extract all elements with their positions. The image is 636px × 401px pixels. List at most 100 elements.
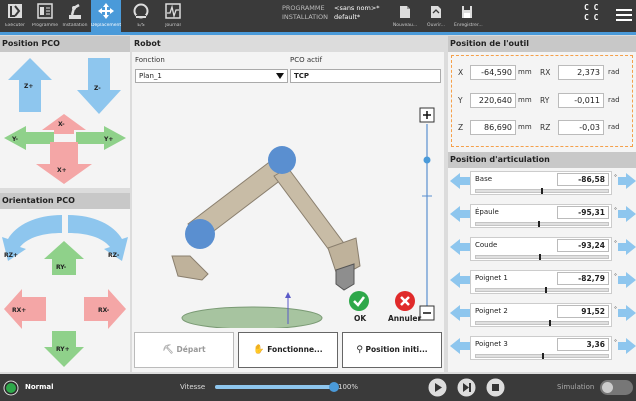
joint-name: Poignet 2 xyxy=(475,307,508,315)
simulation-toggle[interactable] xyxy=(600,380,633,395)
joint-slider[interactable] xyxy=(475,353,609,359)
joint-value-field[interactable]: -95,31 xyxy=(557,206,609,219)
robot-mode-status: Normal xyxy=(25,383,54,391)
joint-row: Poignet 1 -82,79 ° xyxy=(448,270,636,298)
ry-minus-label: RY- xyxy=(56,264,67,271)
joint-increase-button[interactable] xyxy=(618,206,636,222)
shoulder-joint-cap xyxy=(185,219,215,249)
joint-control: Épaule -95,31 xyxy=(470,204,612,228)
y-value-field[interactable]: 220,640 xyxy=(470,93,516,108)
ok-button[interactable] xyxy=(348,290,372,314)
joint-slider[interactable] xyxy=(475,188,609,194)
cancel-label: Annuler xyxy=(388,314,422,323)
arrow-left-icon xyxy=(450,239,470,255)
joint-name: Coude xyxy=(475,241,498,249)
freedrive-button[interactable]: ✋ Fonctionne... xyxy=(238,332,338,368)
tab-installation[interactable]: Installation xyxy=(60,0,90,32)
joint-slider[interactable] xyxy=(475,287,609,293)
joint-row: Poignet 3 3,36 ° xyxy=(448,336,636,364)
rx-minus-label: RX- xyxy=(98,307,110,314)
zoom-control[interactable] xyxy=(419,107,435,321)
arrow-right-icon xyxy=(618,239,636,255)
joint-decrease-button[interactable] xyxy=(450,305,470,321)
joint-slider[interactable] xyxy=(475,254,609,260)
tab-run[interactable]: Exécuter xyxy=(0,0,30,32)
joint-control: Base -86,58 xyxy=(470,171,612,195)
joint-increase-button[interactable] xyxy=(618,173,636,189)
zoom-thumb[interactable] xyxy=(423,156,431,164)
rx-value-field[interactable]: 2,373 xyxy=(558,65,604,80)
joint-value-field[interactable]: -82,79 xyxy=(557,272,609,285)
joint-decrease-button[interactable] xyxy=(450,338,470,354)
joint-unit: ° xyxy=(614,339,617,346)
joint-slider-thumb[interactable] xyxy=(544,287,547,293)
power-status-icon[interactable] xyxy=(3,380,19,396)
arrow-left-icon xyxy=(450,173,470,189)
speed-slider[interactable] xyxy=(215,382,339,392)
freedrive-hand-icon: ✋ xyxy=(253,345,265,355)
ry-axis-label: RY xyxy=(540,96,550,105)
joint-unit: ° xyxy=(614,174,617,181)
hamburger-menu-icon[interactable] xyxy=(616,8,632,22)
home-button[interactable]: ⛏ Départ xyxy=(134,332,234,368)
pco-orientation-pad: RZ+ RZ- RY- RX+ RX- RY+ xyxy=(0,209,130,372)
joint-slider[interactable] xyxy=(475,320,609,326)
joint-control: Poignet 2 91,52 xyxy=(470,303,612,327)
joint-row: Base -86,58 ° xyxy=(448,171,636,199)
mode-indicator[interactable]: C C C C xyxy=(584,3,604,29)
pco-orientation-title: Orientation PCO xyxy=(0,193,130,209)
tab-log[interactable]: Journal xyxy=(158,0,188,32)
ry-value-field[interactable]: -0,011 xyxy=(558,93,604,108)
initial-position-robot-icon: ⚲ xyxy=(356,345,363,355)
tab-io[interactable]: E/S xyxy=(126,0,156,32)
save-button[interactable]: Enregistrer... xyxy=(454,2,483,32)
accent-strip xyxy=(0,32,636,35)
z-axis-arrowhead-icon xyxy=(285,292,291,298)
tab-program[interactable]: Programme xyxy=(30,0,60,32)
joint-increase-button[interactable] xyxy=(618,272,636,288)
joint-value-field[interactable]: 91,52 xyxy=(557,305,609,318)
play-button[interactable] xyxy=(428,378,447,397)
joint-increase-button[interactable] xyxy=(618,305,636,321)
function-select[interactable]: Plan_1 xyxy=(135,69,288,83)
joint-position-title: Position d'articulation xyxy=(448,152,636,168)
x-value-field[interactable]: -64,590 xyxy=(470,65,516,80)
arrow-left-icon xyxy=(450,206,470,222)
program-name: <sans nom>* xyxy=(334,4,380,12)
arrow-left-icon xyxy=(450,305,470,321)
joint-unit: ° xyxy=(614,207,617,214)
open-button[interactable]: Ouvrir... xyxy=(423,2,449,32)
joint-slider[interactable] xyxy=(475,221,609,227)
x-plus-label: X+ xyxy=(57,167,67,174)
joint-decrease-button[interactable] xyxy=(450,206,470,222)
initial-position-button[interactable]: ⚲ Position initi... xyxy=(342,332,442,368)
y-minus-label: Y- xyxy=(11,136,18,143)
stop-button[interactable] xyxy=(486,378,505,397)
installation-label: INSTALLATION xyxy=(282,13,329,21)
joint-value-field[interactable]: -93,24 xyxy=(557,239,609,252)
joint-name: Poignet 1 xyxy=(475,274,508,282)
stop-icon xyxy=(492,384,499,391)
tab-program-label: Programme xyxy=(31,23,59,28)
joint-increase-button[interactable] xyxy=(618,239,636,255)
joint-value-field[interactable]: -86,58 xyxy=(557,173,609,186)
log-icon xyxy=(165,3,181,19)
joint-value-field[interactable]: 3,36 xyxy=(557,338,609,351)
joint-slider-thumb[interactable] xyxy=(540,188,543,194)
joint-decrease-button[interactable] xyxy=(450,272,470,288)
joint-slider-thumb[interactable] xyxy=(539,254,542,260)
joint-slider-thumb[interactable] xyxy=(538,221,541,227)
joint-decrease-button[interactable] xyxy=(450,173,470,189)
joint-slider-thumb[interactable] xyxy=(542,353,544,359)
io-icon xyxy=(133,3,149,19)
joint-increase-button[interactable] xyxy=(618,338,636,354)
step-button[interactable] xyxy=(457,378,476,397)
z-value-field[interactable]: 86,690 xyxy=(470,120,516,135)
rz-value-field[interactable]: -0,03 xyxy=(558,120,604,135)
new-button[interactable]: Nouveau... xyxy=(392,2,418,32)
tab-move[interactable]: Déplacement xyxy=(91,0,121,32)
run-icon xyxy=(8,4,22,18)
joint-decrease-button[interactable] xyxy=(450,239,470,255)
joint-slider-thumb[interactable] xyxy=(548,320,551,326)
cancel-button[interactable] xyxy=(394,290,418,314)
